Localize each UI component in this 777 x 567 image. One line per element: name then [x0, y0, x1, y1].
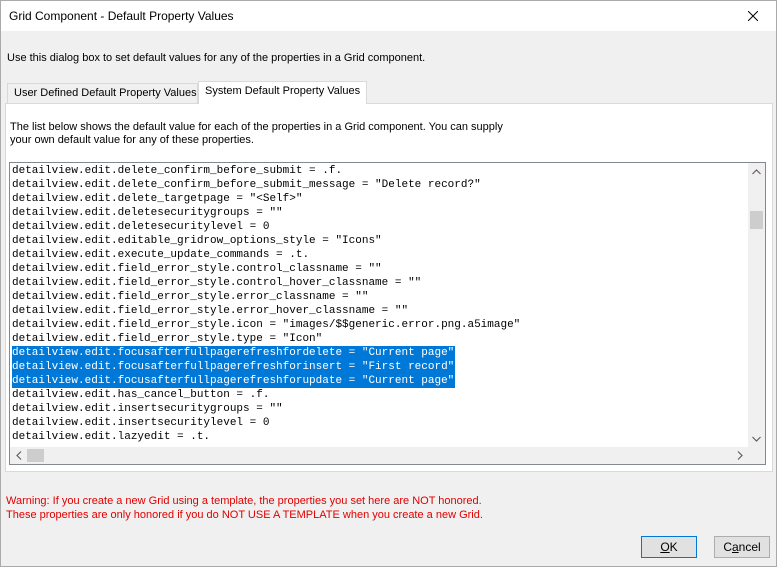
code-line[interactable]: detailview.edit.insertsecuritylevel = 0 [12, 416, 521, 430]
window-title: Grid Component - Default Property Values [9, 9, 234, 23]
scrollbar-corner [748, 447, 765, 464]
horizontal-scrollbar[interactable] [10, 447, 748, 464]
scroll-left-button[interactable] [10, 447, 27, 464]
code-line[interactable]: detailview.edit.deletesecuritylevel = 0 [12, 220, 521, 234]
description-line-2: your own default value for any of these … [10, 134, 254, 146]
chevron-left-icon [15, 451, 21, 460]
warning-line-2: These properties are only honored if you… [6, 509, 483, 521]
code-line[interactable]: detailview.edit.editable_gridrow_options… [12, 234, 521, 248]
chevron-right-icon [737, 451, 743, 460]
description-line-1: The list below shows the default value f… [10, 121, 503, 133]
panel-description: The list below shows the default value f… [10, 121, 510, 147]
ok-button[interactable]: OK [641, 536, 697, 558]
code-line-selected[interactable]: detailview.edit.focusafterfullpagerefres… [12, 360, 456, 374]
ok-mnemonic: O [660, 540, 670, 554]
vertical-scrollbar[interactable] [748, 163, 765, 447]
tab-strip: User Defined Default Property Values Sys… [7, 81, 367, 104]
code-line[interactable]: detailview.edit.field_error_style.contro… [12, 262, 521, 276]
chevron-down-icon [752, 436, 761, 442]
scroll-up-button[interactable] [748, 163, 765, 180]
code-line[interactable]: detailview.edit.has_cancel_button = .f. [12, 388, 521, 402]
scroll-down-button[interactable] [748, 430, 765, 447]
code-line[interactable]: detailview.edit.field_error_style.error_… [12, 290, 521, 304]
scroll-right-button[interactable] [731, 447, 748, 464]
warning-line-1: Warning: If you create a new Grid using … [6, 495, 482, 507]
code-line[interactable]: detailview.edit.field_error_style.error_… [12, 304, 521, 318]
title-bar: Grid Component - Default Property Values [1, 1, 776, 31]
code-line[interactable]: detailview.edit.field_error_style.icon =… [12, 318, 521, 332]
code-line-selected[interactable]: detailview.edit.focusafterfullpagerefres… [12, 346, 456, 360]
ok-label-rest: K [669, 540, 678, 554]
property-list-textarea[interactable]: detailview.edit.delete_confirm_before_su… [9, 162, 766, 465]
code-line[interactable]: detailview.edit.delete_targetpage = "<Se… [12, 192, 521, 206]
property-lines: detailview.edit.delete_confirm_before_su… [12, 164, 521, 444]
chevron-up-icon [752, 168, 761, 174]
tab-system-default[interactable]: System Default Property Values [198, 81, 367, 104]
close-button[interactable] [730, 1, 776, 31]
cancel-label-prefix: C [723, 540, 732, 554]
warning-message: Warning: If you create a new Grid using … [6, 494, 483, 522]
cancel-button[interactable]: Ca ncel [714, 536, 770, 558]
code-line[interactable]: detailview.edit.insertsecuritygroups = "… [12, 402, 521, 416]
code-line-selected[interactable]: detailview.edit.focusafterfullpagerefres… [12, 374, 456, 388]
close-icon [748, 11, 758, 21]
cancel-label-rest: ncel [738, 540, 761, 554]
code-line[interactable]: detailview.edit.execute_update_commands … [12, 248, 521, 262]
tab-user-defined[interactable]: User Defined Default Property Values [7, 83, 198, 104]
code-line[interactable]: detailview.edit.field_error_style.contro… [12, 276, 521, 290]
vertical-scroll-thumb[interactable] [750, 211, 763, 229]
horizontal-scroll-thumb[interactable] [27, 449, 44, 462]
code-line[interactable]: detailview.edit.delete_confirm_before_su… [12, 178, 521, 192]
code-line[interactable]: detailview.edit.delete_confirm_before_su… [12, 164, 521, 178]
code-line[interactable]: detailview.edit.deletesecuritygroups = "… [12, 206, 521, 220]
code-line[interactable]: detailview.edit.field_error_style.type =… [12, 332, 521, 346]
cancel-mnemonic: a [731, 540, 739, 554]
code-line[interactable]: detailview.edit.lazyedit = .t. [12, 430, 521, 444]
dialog-window: Grid Component - Default Property Values… [0, 0, 777, 567]
instructions-text: Use this dialog box to set default value… [7, 52, 426, 64]
